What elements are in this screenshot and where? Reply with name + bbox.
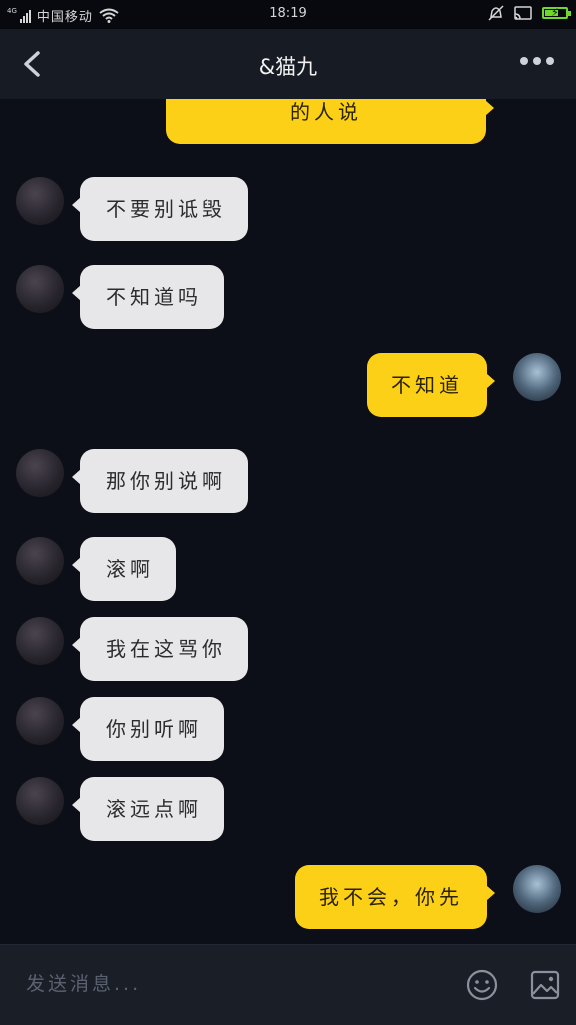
more-options-icon[interactable]: [520, 57, 554, 65]
contact-avatar[interactable]: [16, 449, 64, 497]
my-avatar[interactable]: [513, 865, 561, 913]
contact-message-bubble[interactable]: 那你别说啊: [72, 449, 248, 513]
contact-avatar[interactable]: [16, 697, 64, 745]
message-row: 我不会，你先: [0, 865, 576, 929]
chat-header: &猫九: [0, 29, 576, 99]
message-row: 你别听啊: [0, 697, 576, 761]
contact-message-bubble[interactable]: 不要别诋毁: [72, 177, 248, 241]
battery-icon: ⚡: [542, 6, 571, 19]
message-row: 滚远点啊: [0, 777, 576, 841]
emoji-icon[interactable]: [466, 969, 498, 1001]
image-icon[interactable]: [530, 970, 560, 1000]
message-list[interactable]: 的人说 不要别诋毁 不知道吗 不知道 那你别说啊 滚啊 我在这骂你 你别听啊 滚…: [0, 99, 576, 944]
my-message-bubble[interactable]: 我不会，你先: [295, 865, 495, 929]
contact-avatar[interactable]: [16, 265, 64, 313]
message-row: 我在这骂你: [0, 617, 576, 681]
status-bar: 4G 中国移动 18:19 ⚡: [0, 0, 576, 29]
my-message-bubble[interactable]: 的人说: [166, 99, 494, 144]
message-row: 那你别说啊: [0, 449, 576, 513]
my-message-bubble[interactable]: 不知道: [367, 353, 495, 417]
cast-icon: [514, 5, 532, 20]
message-row: 的人说: [0, 99, 576, 144]
contact-avatar[interactable]: [16, 617, 64, 665]
chat-title: &猫九: [258, 55, 318, 79]
message-row: 不知道: [0, 353, 576, 417]
contact-message-bubble[interactable]: 你别听啊: [72, 697, 224, 761]
contact-avatar[interactable]: [16, 177, 64, 225]
message-row: 不知道吗: [0, 265, 576, 329]
contact-avatar[interactable]: [16, 537, 64, 585]
contact-message-bubble[interactable]: 滚远点啊: [72, 777, 224, 841]
message-input[interactable]: 发送消息...: [26, 969, 141, 996]
my-avatar[interactable]: [513, 353, 561, 401]
message-row: 不要别诋毁: [0, 177, 576, 241]
message-input-bar: 发送消息...: [0, 944, 576, 1025]
contact-avatar[interactable]: [16, 777, 64, 825]
contact-message-bubble[interactable]: 我在这骂你: [72, 617, 248, 681]
contact-message-bubble[interactable]: 不知道吗: [72, 265, 224, 329]
contact-message-bubble[interactable]: 滚啊: [72, 537, 176, 601]
message-row: 滚啊: [0, 537, 576, 601]
mute-bell-icon: [488, 5, 504, 21]
